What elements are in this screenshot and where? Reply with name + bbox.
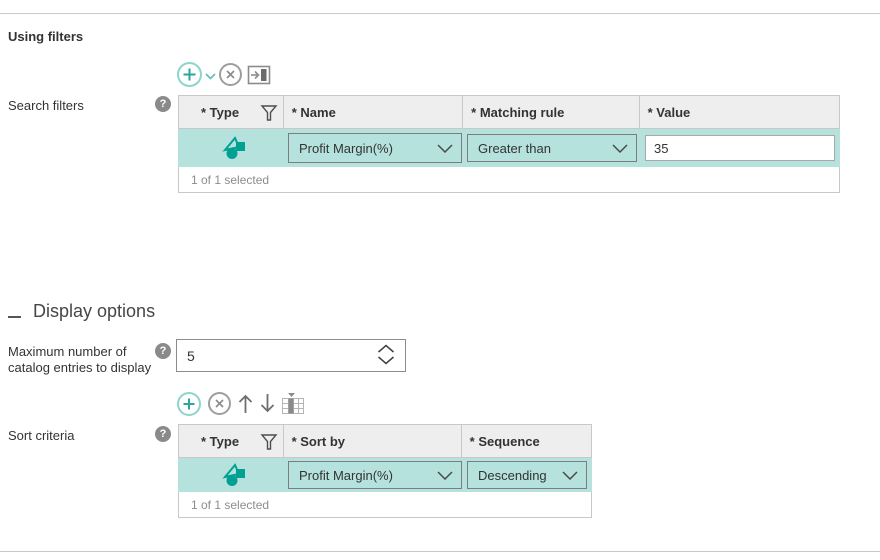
sequence-value: Descending [478, 468, 547, 483]
filter-name-select[interactable]: Profit Margin(%) [288, 133, 462, 163]
column-header-matching-rule: * Matching rule [463, 96, 639, 128]
matching-rule-select[interactable]: Greater than [467, 134, 637, 162]
column-header-value: * Value [640, 96, 839, 128]
column-header-sequence-label: * Sequence [470, 434, 540, 449]
minus-icon [8, 316, 21, 318]
selection-count: 1 of 1 selected [191, 173, 269, 187]
filter-funnel-icon[interactable] [260, 433, 278, 454]
chevron-down-icon [612, 141, 628, 156]
bottom-divider [0, 551, 880, 552]
add-sort-button[interactable] [176, 391, 202, 420]
sort-criteria-table-footer: 1 of 1 selected [178, 492, 592, 518]
add-filter-button[interactable] [176, 61, 203, 91]
search-filter-row[interactable]: Profit Margin(%) Greater than [178, 129, 840, 167]
move-down-button[interactable] [259, 392, 276, 418]
chevron-down-icon [437, 141, 453, 156]
column-header-sort-by-label: * Sort by [292, 434, 345, 449]
column-chooser-button[interactable] [281, 393, 305, 418]
max-entries-label-line2: catalog entries to display [8, 360, 151, 376]
spinner-up-button[interactable] [377, 344, 395, 353]
delete-icon [218, 62, 243, 90]
chevron-down-icon [377, 353, 395, 368]
sort-criteria-toolbar [176, 391, 305, 419]
matching-rule-value: Greater than [478, 141, 551, 156]
search-filters-table-footer: 1 of 1 selected [178, 167, 840, 193]
sort-criteria-label: Sort criteria [8, 428, 74, 443]
spinner-steppers [377, 344, 395, 365]
help-glyph: ? [160, 98, 167, 110]
column-header-name: * Name [284, 96, 463, 128]
column-header-type-label: * Type [201, 434, 239, 449]
display-options-heading: Display options [33, 301, 155, 322]
filter-funnel-icon[interactable] [260, 104, 278, 125]
column-header-type-label: * Type [201, 105, 239, 120]
sort-criteria-table: * Type * Sort by * Sequence Profit Margi… [178, 424, 592, 518]
max-entries-input[interactable] [177, 340, 367, 371]
spinner-down-button[interactable] [377, 356, 395, 365]
chevron-down-icon [437, 468, 453, 483]
help-glyph: ? [160, 345, 167, 357]
using-filters-heading: Using filters [8, 29, 83, 44]
sort-by-value: Profit Margin(%) [299, 468, 393, 483]
help-icon[interactable]: ? [155, 343, 171, 359]
sort-by-select[interactable]: Profit Margin(%) [288, 461, 462, 489]
search-filters-label: Search filters [8, 98, 84, 113]
sequence-select[interactable]: Descending [467, 461, 587, 489]
max-entries-label: Maximum number of catalog entries to dis… [8, 344, 151, 376]
move-to-panel-icon [247, 65, 271, 88]
max-entries-label-line1: Maximum number of [8, 344, 151, 360]
column-chooser-icon [281, 393, 305, 418]
column-header-type: * Type [179, 96, 284, 128]
move-to-panel-button[interactable] [247, 65, 271, 88]
column-header-name-label: * Name [292, 105, 336, 120]
delete-filter-button[interactable] [218, 62, 243, 90]
top-divider [0, 13, 880, 14]
arrow-up-icon [237, 392, 254, 418]
add-icon [176, 61, 203, 91]
chevron-down-icon [562, 468, 578, 483]
column-header-sort-by: * Sort by [284, 425, 462, 457]
column-header-matching-rule-label: * Matching rule [471, 105, 564, 120]
delete-sort-button[interactable] [207, 391, 232, 419]
help-icon[interactable]: ? [155, 426, 171, 442]
add-icon [176, 391, 202, 420]
column-header-type: * Type [179, 425, 284, 457]
help-icon[interactable]: ? [155, 96, 171, 112]
sort-criteria-row[interactable]: Profit Margin(%) Descending [178, 458, 592, 492]
search-filters-toolbar [176, 62, 271, 90]
help-glyph: ? [160, 428, 167, 440]
catalog-entry-filter-icon [222, 135, 248, 166]
catalog-search-rule-form: Using filters Search filters ? [0, 0, 880, 560]
sort-criteria-table-header: * Type * Sort by * Sequence [178, 424, 592, 458]
collapse-section-button[interactable] [8, 310, 22, 324]
filter-value-input[interactable] [645, 135, 835, 161]
delete-icon [207, 391, 232, 419]
filter-name-value: Profit Margin(%) [299, 141, 393, 156]
column-header-sequence: * Sequence [462, 425, 591, 457]
add-filter-menu-button[interactable] [204, 69, 217, 84]
catalog-entry-filter-icon [222, 462, 248, 493]
max-entries-spinner [176, 339, 406, 372]
arrow-down-icon [259, 392, 276, 418]
search-filters-table: * Type * Name * Matching rule * Value Pr… [178, 95, 840, 193]
selection-count: 1 of 1 selected [191, 498, 269, 512]
move-up-button[interactable] [237, 392, 254, 418]
search-filters-table-header: * Type * Name * Matching rule * Value [178, 95, 840, 129]
column-header-value-label: * Value [648, 105, 691, 120]
chevron-down-icon [204, 69, 217, 84]
